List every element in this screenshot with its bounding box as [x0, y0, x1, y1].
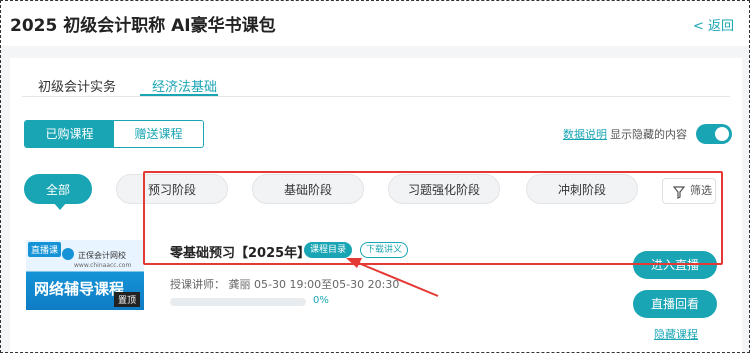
tab-accounting-practice[interactable]: 初级会计实务 [38, 76, 116, 95]
purchased-courses-button[interactable]: 已购课程 [25, 121, 114, 147]
hide-course-link[interactable]: 隐藏课程 [654, 326, 698, 342]
school-logo-icon [62, 248, 74, 260]
highlight-box [143, 171, 723, 265]
gift-courses-button[interactable]: 赠送课程 [114, 121, 203, 147]
page-title: 2025 初级会计职称 AI豪华书课包 [10, 16, 276, 36]
active-tab-underline [140, 94, 218, 96]
toggle-knob [715, 127, 729, 141]
live-replay-button[interactable]: 直播回看 [633, 290, 717, 318]
progress-bar [170, 298, 306, 306]
back-link[interactable]: < 返回 [693, 15, 734, 34]
show-hidden-toggle[interactable] [696, 124, 732, 144]
data-explanation-link[interactable]: 数据说明 [563, 126, 607, 142]
active-stage-pointer [53, 202, 67, 210]
teacher-schedule: 授课讲师： 龚丽 05-30 19:00至05-30 20:30 [170, 278, 400, 291]
course-type-switch: 已购课程 赠送课程 [24, 120, 204, 148]
progress-percent: 0% [313, 295, 329, 306]
stage-tab-all[interactable]: 全部 [24, 174, 92, 204]
tab-divider [22, 96, 730, 97]
show-hidden-label: 显示隐藏的内容 [610, 128, 687, 141]
live-course-badge: 直播课 [28, 242, 62, 257]
tab-economic-law[interactable]: 经济法基础 [152, 76, 217, 95]
page-header: 2025 初级会计职称 AI豪华书课包 < 返回 [0, 0, 750, 46]
thumb-title: 网络辅导课程 [34, 280, 125, 298]
pinned-badge: 置顶 [114, 292, 141, 307]
thumb-school-url: www.chinaacc.com [74, 262, 132, 269]
thumb-school-name: 正保会计网校 [78, 251, 126, 260]
course-thumbnail[interactable]: 直播课 正保会计网校 www.chinaacc.com 网络辅导课程 置顶 [26, 240, 144, 310]
